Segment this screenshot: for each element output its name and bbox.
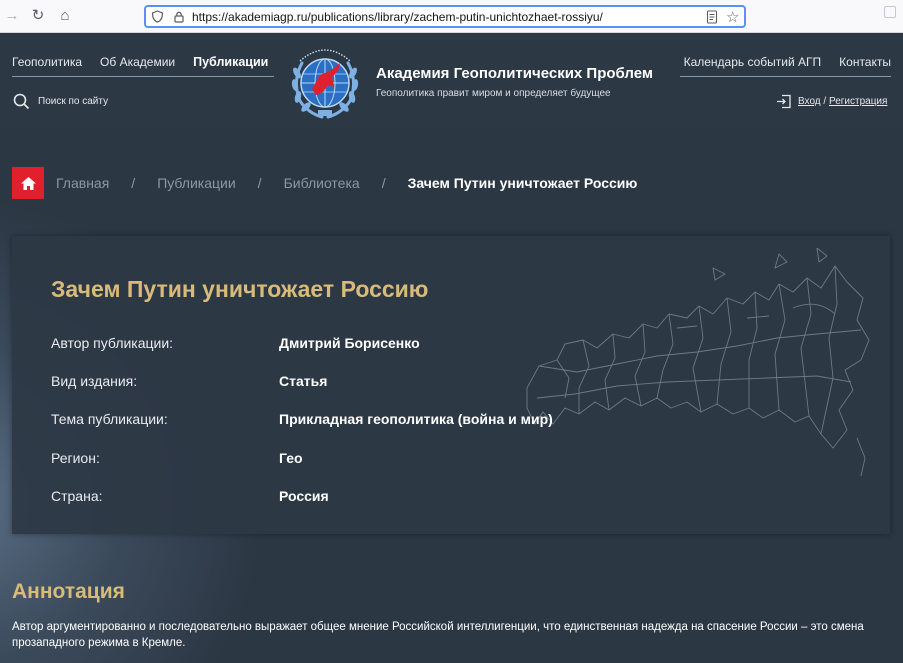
nav-item-geopolitics[interactable]: Геополитика xyxy=(12,55,82,69)
publication-title: Зачем Путин уничтожает Россию xyxy=(51,276,429,302)
login-area: Вход / Регистрация xyxy=(776,94,887,109)
nav-item-contacts[interactable]: Контакты xyxy=(839,55,891,69)
organization-slogan: Геополитика правит миром и определяет бу… xyxy=(376,88,611,99)
meta-value-country: Россия xyxy=(279,488,329,504)
secondary-nav: Календарь событий АГП Контакты xyxy=(684,55,891,69)
meta-label: Страна: xyxy=(51,488,103,504)
login-separator: / xyxy=(823,96,827,107)
nav-item-publications[interactable]: Публикации xyxy=(193,55,268,69)
breadcrumb: Главная / Публикации / Библиотека / Заче… xyxy=(12,167,637,199)
breadcrumb-home-button[interactable] xyxy=(12,167,44,199)
search-icon[interactable] xyxy=(13,93,30,110)
meta-label: Вид издания: xyxy=(51,373,138,389)
browser-toolbar: → ↻ ⌂ https://akademiagp.ru/publications… xyxy=(0,0,903,33)
back-arrow-icon[interactable]: → xyxy=(3,7,21,25)
meta-value-topic: Прикладная геополитика (война и мир) xyxy=(279,411,553,427)
login-door-icon[interactable] xyxy=(776,94,792,109)
breadcrumb-item-library[interactable]: Библиотека xyxy=(284,175,360,191)
breadcrumb-item-home[interactable]: Главная xyxy=(56,175,109,191)
search-label[interactable]: Поиск по сайту xyxy=(38,96,108,107)
annotation-heading: Аннотация xyxy=(12,580,125,603)
main-nav: Геополитика Об Академии Публикации xyxy=(12,55,268,69)
house-icon xyxy=(20,176,36,190)
register-link[interactable]: Регистрация xyxy=(829,96,887,107)
nav-divider-right xyxy=(680,76,891,77)
meta-label: Регион: xyxy=(51,450,100,466)
login-link[interactable]: Вход xyxy=(798,96,821,107)
breadcrumb-separator: / xyxy=(381,175,386,191)
breadcrumb-separator: / xyxy=(257,175,262,191)
bookmark-star-icon[interactable]: ☆ xyxy=(726,8,739,26)
organization-name[interactable]: Академия Геополитических Проблем xyxy=(376,65,653,82)
russia-map-decoration xyxy=(526,248,870,477)
nav-item-about[interactable]: Об Академии xyxy=(100,55,175,69)
home-icon[interactable]: ⌂ xyxy=(56,7,74,25)
meta-label: Автор публикации: xyxy=(51,335,174,351)
meta-value-region: Гео xyxy=(279,450,303,466)
site-search[interactable]: Поиск по сайту xyxy=(13,93,108,110)
lock-icon[interactable] xyxy=(173,10,185,23)
extension-icon[interactable] xyxy=(884,6,896,18)
website: Геополитика Об Академии Публикации Кален… xyxy=(0,33,903,663)
breadcrumb-current: Зачем Путин уничтожает Россию xyxy=(407,175,638,191)
url-text[interactable]: https://akademiagp.ru/publications/libra… xyxy=(192,10,603,24)
reload-icon[interactable]: ↻ xyxy=(29,7,47,25)
publication-card: Зачем Путин уничтожает Россию Автор публ… xyxy=(12,236,890,534)
academy-logo[interactable] xyxy=(286,41,364,123)
nav-item-calendar[interactable]: Календарь событий АГП xyxy=(684,55,822,69)
breadcrumb-separator: / xyxy=(131,175,136,191)
meta-label: Тема публикации: xyxy=(51,411,168,427)
reader-view-icon[interactable] xyxy=(706,10,718,24)
annotation-text: Автор аргументированно и последовательно… xyxy=(12,621,864,649)
shield-icon[interactable] xyxy=(151,10,164,23)
meta-value-author[interactable]: Дмитрий Борисенко xyxy=(279,335,420,351)
site-header: Геополитика Об Академии Публикации Кален… xyxy=(0,33,903,129)
address-bar[interactable]: https://akademiagp.ru/publications/libra… xyxy=(144,5,746,28)
nav-divider xyxy=(12,76,274,77)
breadcrumb-item-publications[interactable]: Публикации xyxy=(157,175,235,191)
meta-value-type: Статья xyxy=(279,373,328,389)
